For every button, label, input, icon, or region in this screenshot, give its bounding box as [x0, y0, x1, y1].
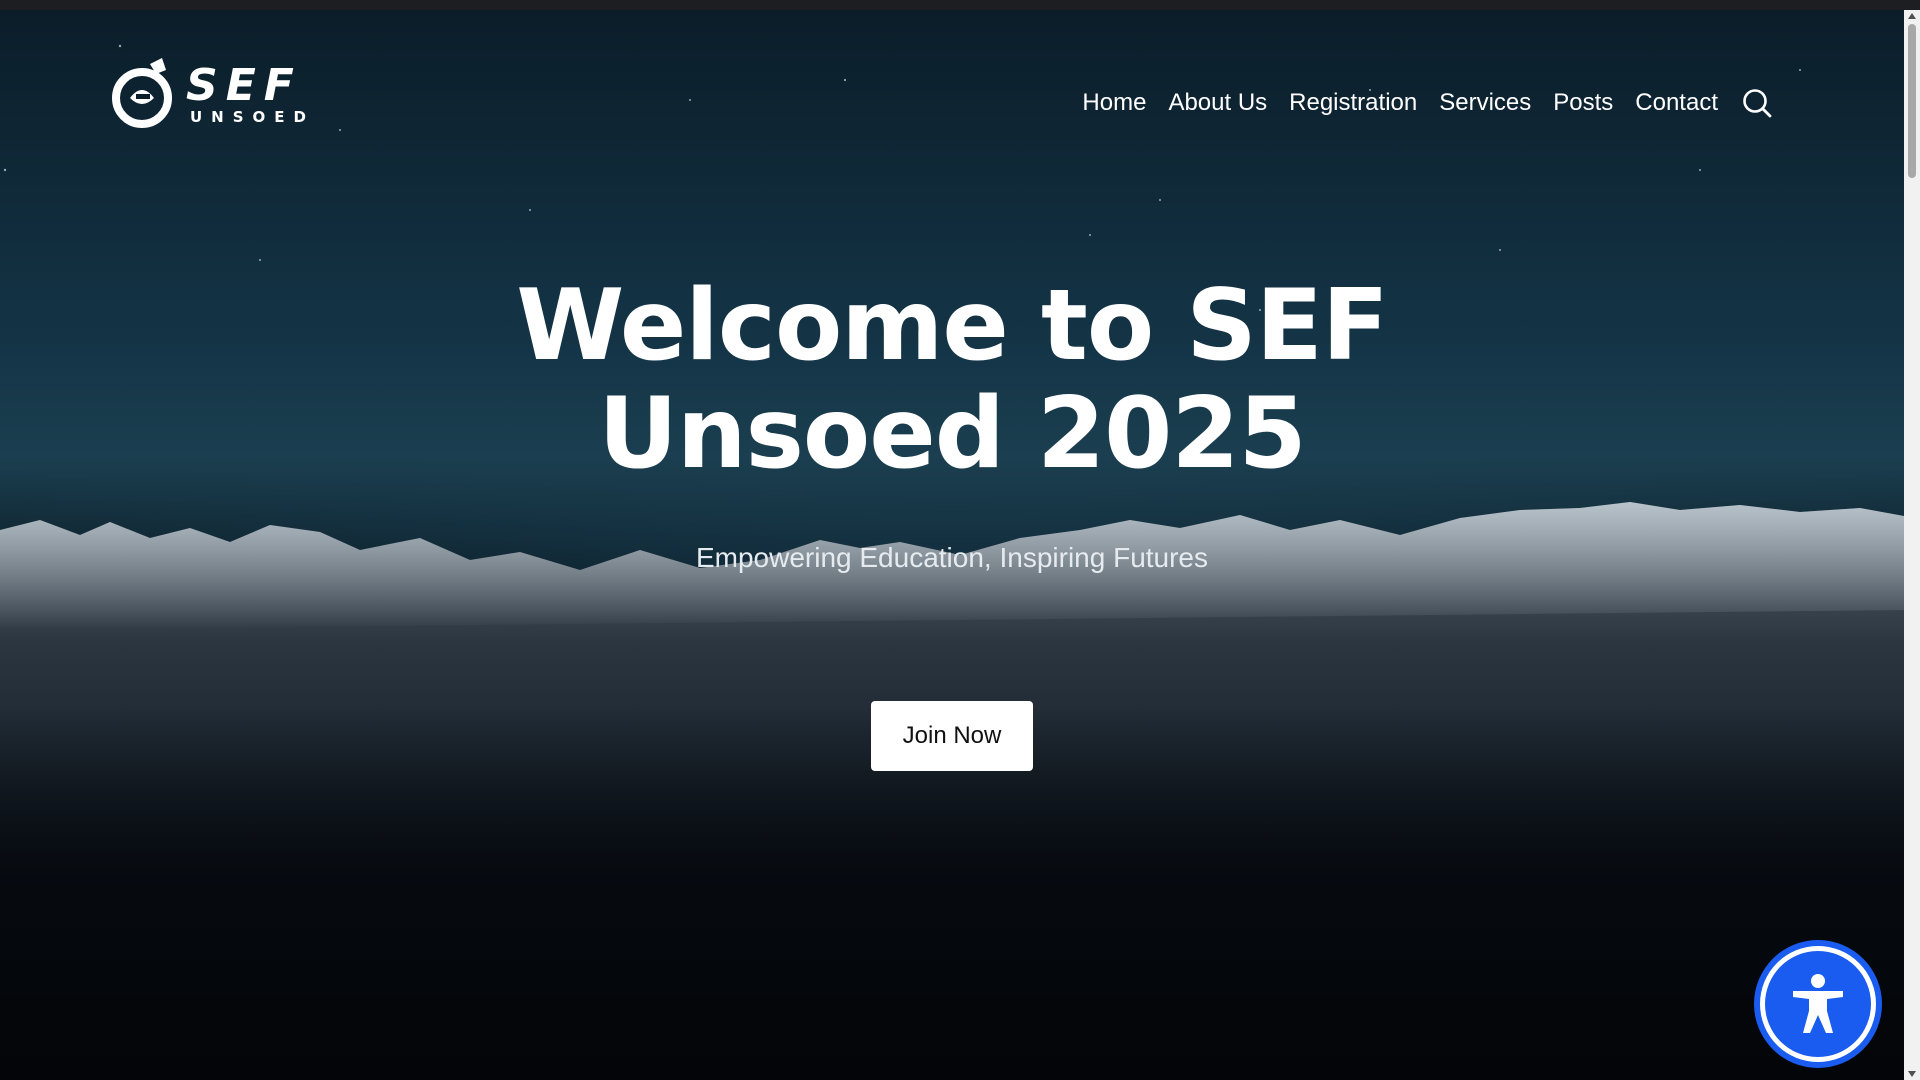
nav-link-contact[interactable]: Contact [1635, 89, 1718, 117]
hero-title: Welcome to SEF Unsoed 2025 [452, 272, 1452, 488]
nav-link-about-us[interactable]: About Us [1168, 89, 1267, 117]
logo-icon [112, 58, 172, 128]
page-scrollbar[interactable] [1904, 10, 1920, 1080]
nav-link-posts[interactable]: Posts [1553, 89, 1613, 117]
accessibility-button[interactable] [1760, 946, 1876, 1062]
hero-title-line-1: Welcome to SEF [516, 269, 1389, 383]
page: SEF UNSOED Home About Us Registration Se… [0, 10, 1904, 1080]
site-logo[interactable]: SEF UNSOED [110, 54, 315, 134]
nav-link-home[interactable]: Home [1082, 89, 1146, 117]
scroll-down-arrow[interactable] [1908, 1071, 1916, 1077]
nav-link-registration[interactable]: Registration [1289, 89, 1417, 117]
logo-wordmark: SEF [186, 59, 302, 111]
scrollbar-thumb[interactable] [1908, 24, 1916, 178]
logo-subtext: UNSOED [190, 107, 315, 126]
search-icon [1743, 89, 1772, 118]
accessibility-icon [1793, 974, 1843, 1033]
hero-title-line-2: Unsoed 2025 [598, 377, 1306, 491]
main-navigation: Home About Us Registration Services Post… [1060, 86, 1774, 120]
search-button[interactable] [1740, 86, 1774, 120]
browser-top-bar [0, 0, 1920, 10]
join-now-button[interactable]: Join Now [871, 701, 1033, 771]
scroll-up-arrow[interactable] [1908, 13, 1916, 19]
nav-link-services[interactable]: Services [1439, 89, 1531, 117]
hero-subtitle: Empowering Education, Inspiring Futures [695, 542, 1209, 573]
